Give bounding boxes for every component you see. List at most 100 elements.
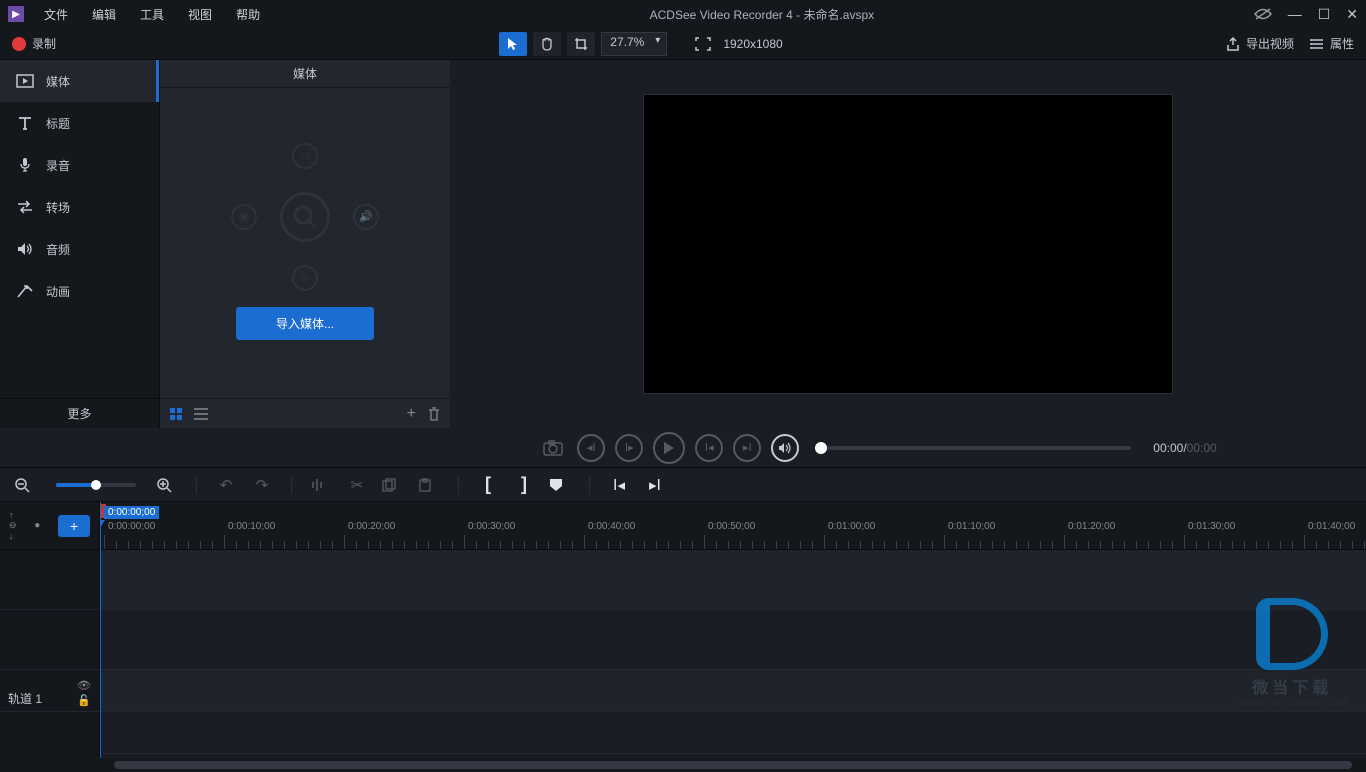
audio-icon <box>16 240 34 258</box>
timeline-gutter: ↑⊖↓ ● + 轨道 1 👁🔓 <box>0 502 100 758</box>
timeline-track[interactable] <box>100 670 1366 712</box>
menu-edit[interactable]: 编辑 <box>82 2 126 27</box>
export-icon <box>1226 37 1240 51</box>
sidebar-item-transition[interactable]: 转场 <box>0 186 159 228</box>
sidebar-item-label: 音频 <box>46 241 70 258</box>
timeline-track[interactable] <box>100 550 1366 610</box>
playback-time: 00:00/00:00 <box>1153 441 1216 455</box>
animation-icon <box>16 282 34 300</box>
goto-end-button[interactable]: ▸Ⅰ <box>733 434 761 462</box>
volume-button[interactable] <box>771 434 799 462</box>
playback-slider[interactable] <box>821 446 1131 450</box>
window-title: ACDSee Video Recorder 4 - 未命名.avspx <box>270 6 1254 23</box>
sidebar-item-media[interactable]: 媒体 <box>0 60 159 102</box>
prev-frame-button[interactable]: ◂Ⅰ <box>577 434 605 462</box>
timeline: ↑⊖↓ ● + 轨道 1 👁🔓 0:00:00;00 0:00:00;000:0… <box>0 502 1366 758</box>
play-button[interactable] <box>653 432 685 464</box>
menu-tools[interactable]: 工具 <box>130 2 174 27</box>
delete-media-button[interactable] <box>428 407 440 421</box>
marker-button[interactable] <box>549 478 571 492</box>
window-controls: — ☐ ✕ <box>1254 6 1358 23</box>
sidebar-item-animation[interactable]: 动画 <box>0 270 159 312</box>
titlebar: ▶ 文件 编辑 工具 视图 帮助 ACDSee Video Recorder 4… <box>0 0 1366 28</box>
sidebar-more-button[interactable]: 更多 <box>0 398 159 428</box>
cut-button[interactable]: ✂ <box>346 476 368 494</box>
timeline-tracks[interactable]: 0:00:00;00 0:00:00;000:00:10;000:00:20;0… <box>100 502 1366 758</box>
hand-tool-button[interactable] <box>533 32 561 56</box>
menu-help[interactable]: 帮助 <box>226 2 270 27</box>
pointer-tool-button[interactable] <box>499 32 527 56</box>
resolution-label: 1920x1080 <box>723 37 782 51</box>
time-current: 00:00 <box>1153 441 1183 455</box>
properties-icon <box>1310 37 1324 51</box>
top-toolbar: 录制 27.7% 1920x1080 导出视频 属性 <box>0 28 1366 60</box>
maximize-button[interactable]: ☐ <box>1318 6 1331 23</box>
main-menu: 文件 编辑 工具 视图 帮助 <box>34 2 270 27</box>
snapshot-button[interactable] <box>539 434 567 462</box>
title-icon <box>16 114 34 132</box>
sidebar-item-label: 录音 <box>46 157 70 174</box>
redo-button[interactable]: ↷ <box>251 476 273 494</box>
timeline-track[interactable] <box>100 712 1366 754</box>
import-media-button[interactable]: 导入媒体... <box>236 307 374 340</box>
sidebar-item-title[interactable]: 标题 <box>0 102 159 144</box>
export-label: 导出视频 <box>1246 35 1294 52</box>
prev-marker-button[interactable]: Ⅰ◂ <box>608 476 630 494</box>
menu-file[interactable]: 文件 <box>34 2 78 27</box>
media-panel: 媒体 ▭ ◎ ▣ 🔊 导入媒体... + <box>160 60 450 428</box>
properties-label: 属性 <box>1330 35 1354 52</box>
zoom-in-button[interactable] <box>156 477 178 493</box>
copy-button[interactable] <box>382 478 404 492</box>
gutter-zoom-controls[interactable]: ↑⊖↓ <box>9 510 17 541</box>
sidebar-item-label: 转场 <box>46 199 70 216</box>
timeline-track[interactable] <box>100 610 1366 670</box>
menu-view[interactable]: 视图 <box>178 2 222 27</box>
undo-button[interactable]: ↶ <box>215 476 237 494</box>
preview-canvas[interactable] <box>643 94 1173 394</box>
media-panel-header: 媒体 <box>160 60 450 88</box>
sidebar-item-label: 媒体 <box>46 73 70 90</box>
preview-area <box>450 60 1366 428</box>
goto-start-button[interactable]: Ⅰ◂ <box>695 434 723 462</box>
timeline-scrollbar[interactable] <box>0 758 1366 772</box>
sidebar-item-label: 标题 <box>46 115 70 132</box>
transition-icon <box>16 198 34 216</box>
playback-controls: ◂Ⅰ Ⅰ▸ Ⅰ◂ ▸Ⅰ 00:00/00:00 <box>0 428 1366 468</box>
media-empty-placeholder-icon: ▭ ◎ ▣ 🔊 <box>235 147 375 287</box>
track-visibility-icon[interactable]: 👁 <box>77 679 91 692</box>
mark-out-button[interactable]: ] <box>513 474 535 495</box>
grid-view-button[interactable] <box>170 408 182 420</box>
properties-button[interactable]: 属性 <box>1310 35 1354 52</box>
media-panel-footer: + <box>160 398 450 428</box>
split-button[interactable] <box>310 478 332 492</box>
track-label: 轨道 1 <box>8 690 42 707</box>
main-area: 媒体 标题 录音 转场 音频 动画 更多 媒体 <box>0 60 1366 428</box>
add-media-button[interactable]: + <box>407 405 416 423</box>
timeline-zoom-slider[interactable] <box>56 483 136 487</box>
crop-tool-button[interactable] <box>567 32 595 56</box>
microphone-icon <box>16 156 34 174</box>
timeline-ruler[interactable]: 0:00:00;00 0:00:00;000:00:10;000:00:20;0… <box>100 502 1366 550</box>
media-icon <box>16 72 34 90</box>
export-video-button[interactable]: 导出视频 <box>1226 35 1294 52</box>
paste-button[interactable] <box>418 478 440 492</box>
add-track-button[interactable]: + <box>58 515 90 537</box>
sidebar-item-audio[interactable]: 音频 <box>0 228 159 270</box>
minimize-button[interactable]: — <box>1288 6 1302 22</box>
visibility-toggle-icon[interactable] <box>1254 7 1272 21</box>
timeline-playhead[interactable] <box>100 502 101 758</box>
next-frame-button[interactable]: Ⅰ▸ <box>615 434 643 462</box>
record-button[interactable]: 录制 <box>12 35 56 52</box>
zoom-out-button[interactable] <box>14 477 36 493</box>
time-duration: 00:00 <box>1187 441 1217 455</box>
sidebar-item-label: 动画 <box>46 283 70 300</box>
zoom-select[interactable]: 27.7% <box>601 32 667 56</box>
track-lock-icon[interactable]: 🔓 <box>77 694 91 707</box>
mark-in-button[interactable]: [ <box>477 474 499 495</box>
sidebar-item-voice[interactable]: 录音 <box>0 144 159 186</box>
playhead-time-label: 0:00:00;00 <box>104 506 159 519</box>
next-marker-button[interactable]: ▸Ⅰ <box>644 476 666 494</box>
close-button[interactable]: ✕ <box>1346 6 1358 23</box>
list-view-button[interactable] <box>194 408 208 420</box>
fit-screen-button[interactable] <box>689 32 717 56</box>
